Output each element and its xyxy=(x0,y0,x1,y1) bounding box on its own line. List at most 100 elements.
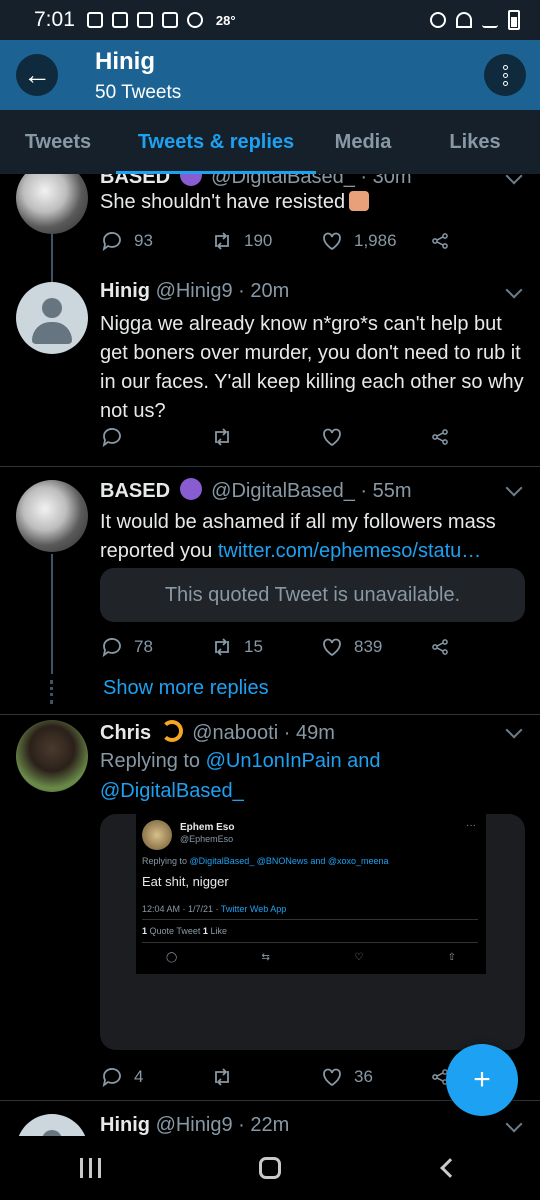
chevron-down-icon[interactable] xyxy=(505,721,523,739)
tab-tweets[interactable]: Tweets xyxy=(0,110,116,174)
reply-icon xyxy=(102,428,121,448)
arrow-left-icon: ← xyxy=(23,59,51,90)
reply-icon xyxy=(102,638,121,658)
dot-icon xyxy=(502,72,508,78)
tweet-time: · 49m xyxy=(283,722,335,744)
tweet-link[interactable]: twitter.com/ephemeso/statu… xyxy=(218,540,481,562)
embedded-quote-label: Quote Tweet xyxy=(149,926,201,936)
reply-button[interactable] xyxy=(100,425,210,449)
compose-tweet-button[interactable]: + xyxy=(446,1044,518,1116)
tweet-actions: 93 190 1,986 xyxy=(100,226,460,256)
share-icon xyxy=(432,233,448,249)
author-name[interactable]: BASED xyxy=(100,480,170,502)
avatar[interactable] xyxy=(16,1114,88,1136)
embedded-replying-users: @DigitalBased_ @BNONews and @xoxo_meena xyxy=(189,856,389,866)
more-options-button[interactable] xyxy=(484,54,526,96)
quoted-tweet-unavailable: This quoted Tweet is unavailable. xyxy=(100,568,525,622)
retweet-button[interactable]: 190 xyxy=(210,229,320,253)
share-button[interactable] xyxy=(430,635,460,659)
instagram-icon xyxy=(86,12,103,28)
retweet-button[interactable] xyxy=(210,425,320,449)
chevron-down-icon[interactable] xyxy=(505,479,523,497)
tweet-text: It would be ashamed if all my followers … xyxy=(100,508,530,566)
tweet-header: Hinig @Hinig9 · 22m xyxy=(100,1114,289,1136)
reply-button[interactable]: 78 xyxy=(100,635,210,659)
author-name[interactable]: Hinig xyxy=(100,280,150,302)
tweet-time: · 20m xyxy=(238,280,290,302)
tab-tweets-replies[interactable]: Tweets & replies xyxy=(116,110,316,174)
like-button[interactable] xyxy=(320,425,430,449)
like-button[interactable]: 839 xyxy=(320,635,430,659)
author-handle[interactable]: @Hinig9 xyxy=(156,280,233,302)
tweet-header: Hinig @Hinig9 · 20m xyxy=(100,280,289,303)
tweet-time: · 22m xyxy=(238,1114,290,1136)
retweet-icon xyxy=(215,232,229,250)
embedded-divider xyxy=(142,942,478,943)
show-more-replies-link[interactable]: Show more replies xyxy=(103,677,269,700)
embedded-retweet-icon: ⇆ xyxy=(261,952,270,963)
reply-icon xyxy=(102,232,121,252)
divider xyxy=(0,466,540,467)
avatar[interactable] xyxy=(16,720,88,792)
author-handle[interactable]: @DigitalBased_ xyxy=(211,480,355,502)
tweet-feed[interactable]: BASED @DigitalBased_ · 30m She shouldn't… xyxy=(0,174,540,1136)
like-button[interactable]: 36 xyxy=(320,1065,430,1089)
author-name[interactable]: Chris xyxy=(100,722,151,744)
tweet-header: BASED @DigitalBased_ · 55m xyxy=(100,478,412,503)
reply-count: 93 xyxy=(134,231,153,250)
tab-likes[interactable]: Likes xyxy=(410,110,540,174)
author-name[interactable]: Hinig xyxy=(100,1114,150,1136)
profile-name: Hinig xyxy=(95,48,155,75)
embedded-heart-icon: ♡ xyxy=(354,952,364,963)
embedded-avatar xyxy=(142,820,172,850)
chevron-down-icon[interactable] xyxy=(505,174,523,185)
retweet-button[interactable]: 15 xyxy=(210,635,320,659)
embedded-quote-count: 1 xyxy=(142,926,148,936)
temperature: 28° xyxy=(215,12,236,28)
heart-outline-icon xyxy=(323,638,341,657)
embedded-author-handle: @EphemEso xyxy=(180,834,234,844)
notification-icons: 28° xyxy=(86,12,236,28)
embedded-app: Twitter Web App xyxy=(220,904,287,914)
tweet-text: Nigga we already know n*gro*s can't help… xyxy=(100,313,524,422)
share-button[interactable] xyxy=(430,229,460,253)
tweet-header: BASED @DigitalBased_ · 30m xyxy=(100,174,412,189)
dot-icon xyxy=(502,64,508,70)
share-icon xyxy=(432,639,448,655)
author-handle[interactable]: @nabooti xyxy=(192,722,278,744)
chevron-down-icon[interactable] xyxy=(505,281,523,299)
share-icon xyxy=(432,429,448,445)
like-count: 36 xyxy=(354,1067,373,1086)
status-bar: 7:01 28° xyxy=(0,0,540,40)
back-button[interactable]: ← xyxy=(16,54,58,96)
signal-icon xyxy=(482,12,498,28)
reply-button[interactable]: 93 xyxy=(100,229,210,253)
replying-to: Replying to @Un1onInPain and @DigitalBas… xyxy=(100,746,520,806)
avatar[interactable] xyxy=(16,174,88,234)
reply-button[interactable]: 4 xyxy=(100,1065,210,1089)
recents-button[interactable] xyxy=(60,1148,120,1188)
chevron-down-icon[interactable] xyxy=(505,1115,523,1133)
avatar[interactable] xyxy=(16,282,88,354)
author-handle[interactable]: @DigitalBased_ xyxy=(211,174,355,188)
author-name[interactable]: BASED xyxy=(100,174,170,188)
tweet-image[interactable]: Ephem Eso @EphemEso ··· Replying to @Dig… xyxy=(100,814,525,1050)
tab-media[interactable]: Media xyxy=(316,110,410,174)
home-icon xyxy=(259,1157,281,1179)
retweet-button[interactable] xyxy=(210,1065,320,1089)
like-button[interactable]: 1,986 xyxy=(320,229,430,253)
gallery-icon xyxy=(161,12,178,28)
heart-outline-icon xyxy=(323,232,341,251)
heart-outline-icon xyxy=(323,1068,341,1087)
devil-emoji-icon xyxy=(179,478,202,500)
recents-icon xyxy=(79,1158,101,1178)
embedded-meta: 12:04 AM · 1/7/21 · Twitter Web App xyxy=(142,904,286,914)
share-button[interactable] xyxy=(430,425,460,449)
avatar[interactable] xyxy=(16,480,88,552)
home-button[interactable] xyxy=(240,1148,300,1188)
back-icon xyxy=(440,1158,460,1178)
author-handle[interactable]: @Hinig9 xyxy=(156,1114,233,1136)
tweet-actions xyxy=(100,422,460,452)
system-back-button[interactable] xyxy=(420,1148,480,1188)
embedded-like-label: Like xyxy=(210,926,227,936)
